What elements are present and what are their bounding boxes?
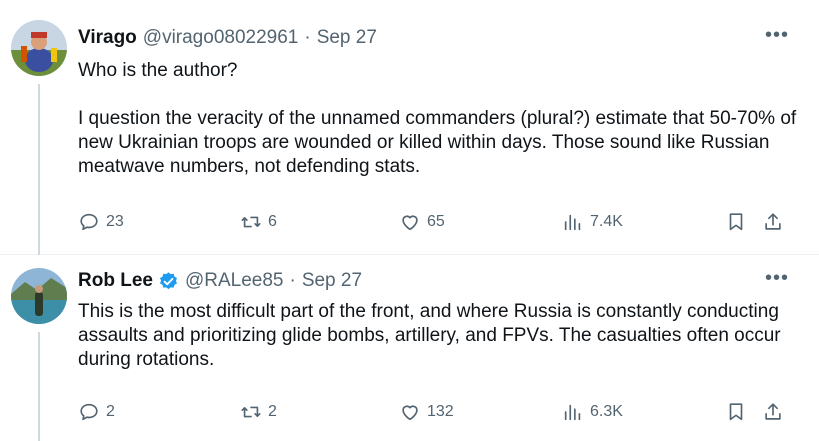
like-button[interactable]: 132 [399,400,454,424]
bookmark-button[interactable] [725,210,747,234]
share-button[interactable] [762,400,784,424]
repost-icon [241,216,261,228]
thread-line [38,84,40,255]
repost-icon [241,406,261,418]
share-button[interactable] [762,210,784,234]
tweet-text: This is the most difficult part of the f… [78,301,781,370]
reply-count: 23 [106,213,124,230]
views-count: 7.4K [590,213,623,230]
separator-dot: · [289,270,296,291]
tweet-text: Who is the author? I question the veraci… [78,60,797,177]
share-icon [765,213,781,230]
tweet-header: Virago @virago08022961 · Sep 27 [78,27,377,49]
reply-button[interactable]: 23 [78,210,124,234]
tweet-actions: 2 2 132 6.3K [78,400,798,424]
repost-count: 6 [268,213,277,230]
bookmark-icon [729,403,743,421]
reply-count: 2 [106,403,115,420]
views-button[interactable]: 6.3K [562,400,623,424]
reply-button[interactable]: 2 [78,400,115,424]
views-icon [564,214,581,231]
views-button[interactable]: 7.4K [562,210,623,234]
reply-icon [80,213,98,231]
author-name[interactable]: Virago [78,27,137,49]
like-button[interactable]: 65 [399,210,445,234]
author-name[interactable]: Rob Lee [78,270,153,292]
like-icon [402,215,418,231]
share-icon [765,403,781,420]
separator-dot: · [304,27,311,48]
reply-icon [80,403,98,421]
like-icon [402,405,418,421]
like-count: 132 [427,403,454,420]
thread-line [38,332,40,441]
views-icon [564,404,581,421]
verified-badge-icon [159,271,177,289]
tweet-actions: 23 6 65 7.4K [78,210,798,234]
views-count: 6.3K [590,403,623,420]
tweet-header: Rob Lee @RALee85 · Sep 27 [78,270,362,292]
bookmark-button[interactable] [725,400,747,424]
more-icon[interactable]: ••• [765,25,789,50]
author-handle[interactable]: @RALee85 [185,270,284,292]
like-count: 65 [427,213,445,230]
more-icon[interactable]: ••• [765,268,789,293]
author-handle[interactable]: @virago08022961 [143,27,299,49]
avatar[interactable] [11,268,67,324]
repost-button[interactable]: 2 [240,400,277,424]
repost-button[interactable]: 6 [240,210,277,234]
tweet-date[interactable]: Sep 27 [302,270,362,292]
avatar[interactable] [11,20,67,76]
bookmark-icon [729,213,743,231]
repost-count: 2 [268,403,277,420]
tweet-date[interactable]: Sep 27 [317,27,377,49]
